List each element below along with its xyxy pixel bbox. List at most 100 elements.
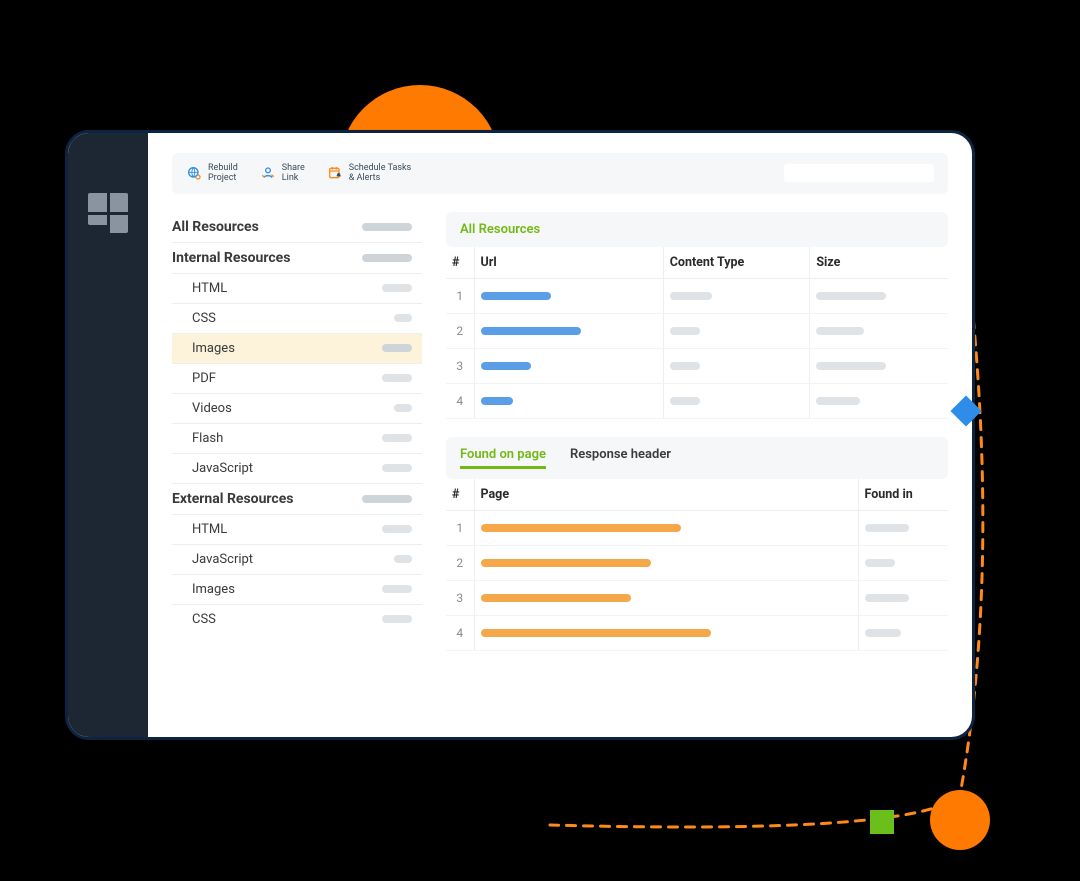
count-placeholder — [362, 254, 412, 262]
foundin-placeholder — [865, 629, 901, 637]
count-placeholder — [382, 344, 412, 352]
page-placeholder — [481, 629, 711, 637]
table-row[interactable]: 1 — [446, 510, 948, 545]
nav-label: Flash — [192, 431, 223, 446]
nav-label: JavaScript — [192, 552, 253, 567]
count-placeholder — [382, 585, 412, 593]
nav-item-internal-css[interactable]: CSS — [172, 303, 422, 333]
nav-item-external-html[interactable]: HTML — [172, 514, 422, 544]
table-row[interactable]: 3 — [446, 348, 948, 383]
row-index: 3 — [446, 348, 474, 383]
main-content: Rebuild Project Share Link — [148, 133, 972, 737]
toolbar-label: Project — [208, 173, 238, 183]
url-placeholder — [481, 362, 531, 370]
nav-item-internal-images[interactable]: Images — [172, 333, 422, 363]
nav-external-resources[interactable]: External Resources — [172, 483, 422, 514]
decorative-dot-green — [870, 810, 894, 834]
table-row[interactable]: 2 — [446, 545, 948, 580]
row-index: 2 — [446, 545, 474, 580]
row-index: 4 — [446, 383, 474, 418]
nav-item-external-javascript[interactable]: JavaScript — [172, 544, 422, 574]
count-placeholder — [382, 284, 412, 292]
nav-all-resources[interactable]: All Resources — [172, 212, 422, 242]
nav-label: JavaScript — [192, 461, 253, 476]
row-index: 1 — [446, 278, 474, 313]
calendar-alert-icon — [327, 165, 343, 181]
app-sidebar — [68, 133, 148, 737]
nav-label: HTML — [192, 281, 227, 296]
size-placeholder — [816, 362, 886, 370]
count-placeholder — [382, 374, 412, 382]
nav-item-internal-videos[interactable]: Videos — [172, 393, 422, 423]
count-placeholder — [362, 495, 412, 503]
nav-label: External Resources — [172, 491, 293, 507]
nav-label: Images — [192, 582, 235, 597]
row-index: 3 — [446, 580, 474, 615]
ctype-placeholder — [670, 362, 700, 370]
found-tabs-header: Found on page Response header — [446, 437, 948, 479]
table-row[interactable]: 1 — [446, 278, 948, 313]
count-placeholder — [382, 615, 412, 623]
globe-refresh-icon — [186, 165, 202, 181]
decorative-circle-orange-bottom — [930, 790, 990, 850]
foundin-placeholder — [865, 524, 909, 532]
toolbar-label: & Alerts — [349, 173, 411, 183]
found-table: # Page Found in 1 2 3 4 — [446, 479, 948, 651]
nav-label: HTML — [192, 522, 227, 537]
nav-item-internal-javascript[interactable]: JavaScript — [172, 453, 422, 483]
app-window: Rebuild Project Share Link — [65, 130, 975, 740]
table-row[interactable]: 4 — [446, 615, 948, 650]
nav-label: CSS — [192, 311, 216, 326]
nav-item-internal-flash[interactable]: Flash — [172, 423, 422, 453]
row-index: 1 — [446, 510, 474, 545]
col-page[interactable]: Page — [474, 479, 858, 511]
toolbar: Rebuild Project Share Link — [172, 153, 948, 194]
table-row[interactable]: 3 — [446, 580, 948, 615]
table-row[interactable]: 2 — [446, 313, 948, 348]
url-placeholder — [481, 292, 551, 300]
col-size[interactable]: Size — [810, 247, 948, 279]
toolbar-label: Link — [282, 173, 305, 183]
table-row[interactable]: 4 — [446, 383, 948, 418]
nav-item-external-images[interactable]: Images — [172, 574, 422, 604]
count-placeholder — [382, 434, 412, 442]
resource-navigation: All Resources Internal Resources HTML CS… — [172, 212, 422, 717]
share-link-icon — [260, 165, 276, 181]
nav-item-internal-html[interactable]: HTML — [172, 273, 422, 303]
col-url[interactable]: Url — [474, 247, 663, 279]
row-index: 2 — [446, 313, 474, 348]
col-num: # — [446, 247, 474, 279]
count-placeholder — [394, 555, 412, 563]
col-found[interactable]: Found in — [858, 479, 948, 511]
ctype-placeholder — [670, 292, 712, 300]
count-placeholder — [394, 404, 412, 412]
toolbar-label: Rebuild — [208, 163, 238, 173]
toolbar-label: Schedule Tasks — [349, 163, 411, 173]
nav-item-external-css[interactable]: CSS — [172, 604, 422, 634]
page-placeholder — [481, 524, 681, 532]
search-input[interactable] — [784, 164, 934, 182]
size-placeholder — [816, 327, 864, 335]
nav-label: PDF — [192, 371, 216, 386]
schedule-tasks-button[interactable]: Schedule Tasks & Alerts — [327, 163, 411, 184]
results-panel: All Resources # Url Content Type Size 1 … — [446, 212, 948, 717]
app-logo-icon — [88, 193, 128, 233]
nav-item-internal-pdf[interactable]: PDF — [172, 363, 422, 393]
col-ctype[interactable]: Content Type — [663, 247, 810, 279]
count-placeholder — [394, 314, 412, 322]
nav-label: All Resources — [172, 219, 259, 235]
page-placeholder — [481, 594, 631, 602]
page-placeholder — [481, 559, 651, 567]
share-link-button[interactable]: Share Link — [260, 163, 305, 184]
col-num: # — [446, 479, 474, 511]
row-index: 4 — [446, 615, 474, 650]
nav-internal-resources[interactable]: Internal Resources — [172, 242, 422, 273]
url-placeholder — [481, 327, 581, 335]
count-placeholder — [362, 223, 412, 231]
rebuild-project-button[interactable]: Rebuild Project — [186, 163, 238, 184]
tab-response-header[interactable]: Response header — [570, 447, 671, 469]
count-placeholder — [382, 464, 412, 472]
nav-label: Images — [192, 341, 235, 356]
tab-found-on-page[interactable]: Found on page — [460, 447, 546, 469]
resources-table: # Url Content Type Size 1 2 3 — [446, 247, 948, 419]
